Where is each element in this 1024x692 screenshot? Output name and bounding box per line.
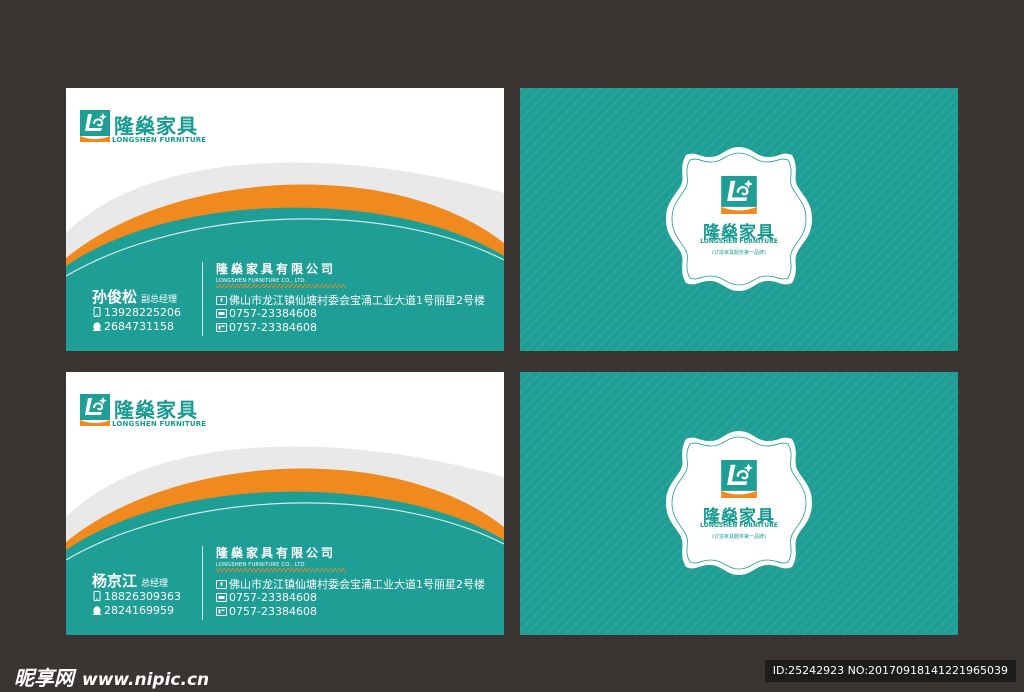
badge-brand-en: LONGSHEN FURNITURE: [700, 238, 778, 245]
qq-penguin-icon: [92, 606, 102, 615]
location-icon: [216, 580, 227, 589]
badge-slogan: (订造家具服务第一品牌): [712, 250, 766, 256]
company-name-cn: 隆燊家具有限公司: [216, 546, 337, 560]
business-card-front-2: 隆燊家具 LONGSHEN FURNITURE 杨京江 总经理 188263093…: [66, 372, 504, 635]
fax-icon: [216, 323, 227, 332]
person-title: 总经理: [141, 579, 169, 589]
business-card-back-2: 隆燊家具 LONGSHEN FURNITURE (订造家具服务第一品牌): [520, 372, 958, 635]
qq-line: 2684731158: [92, 320, 174, 333]
nipic-watermark: 昵享网 www.nipic.cn: [14, 662, 209, 691]
phone-icon: [93, 307, 101, 317]
longshen-logo-icon: [721, 176, 757, 214]
longshen-logo-icon: [721, 460, 757, 498]
tel-line: 0757-23384608: [216, 591, 317, 604]
person-name: 孙俊松: [92, 288, 138, 306]
fax-number: 0757-23384608: [229, 321, 317, 334]
mobile-number: 13928225206: [104, 306, 181, 319]
company-block: 隆燊家具有限公司 LONGSHEN FURNITURE CO., LTD.: [216, 260, 336, 284]
tel-number: 0757-23384608: [229, 307, 317, 320]
location-icon: [216, 296, 227, 305]
company-block: 隆燊家具有限公司 LONGSHEN FURNITURE CO., LTD.: [216, 544, 336, 568]
mobile-line: 13928225206: [92, 306, 181, 319]
fax-line: 0757-23384608: [216, 605, 317, 618]
person-name: 杨京江: [92, 572, 138, 590]
company-name-cn: 隆燊家具有限公司: [216, 262, 337, 276]
mobile-number: 18826309363: [104, 590, 181, 603]
address-line: 佛山市龙江镇仙塘村委会宝涌工业大道1号丽星2号楼: [216, 576, 485, 592]
longshen-logo-icon: [80, 394, 110, 426]
qq-number: 2824169959: [104, 604, 174, 617]
address-text: 佛山市龙江镇仙塘村委会宝涌工业大道1号丽星2号楼: [229, 578, 485, 591]
fax-line: 0757-23384608: [216, 321, 317, 334]
hatch-decoration: [216, 568, 346, 572]
divider: [202, 546, 203, 620]
badge-brand-en: LONGSHEN FURNITURE: [700, 522, 778, 529]
brand-name-cn: 隆燊家具: [114, 398, 198, 422]
person-title: 副总经理: [141, 295, 178, 305]
person-block: 杨京江 总经理: [92, 570, 168, 591]
hatch-decoration: [216, 284, 346, 288]
fax-number: 0757-23384608: [229, 605, 317, 618]
divider: [202, 262, 203, 336]
business-card-back-1: 隆燊家具 LONGSHEN FURNITURE (订造家具服务第一品牌): [520, 88, 958, 351]
telephone-icon: [216, 309, 227, 318]
image-id-label: ID:25242923 NO:20170918141221965039: [764, 660, 1016, 682]
brand-name-cn: 隆燊家具: [114, 114, 198, 138]
phone-icon: [93, 591, 101, 601]
person-block: 孙俊松 副总经理: [92, 286, 177, 307]
brand-name-en: LONGSHEN FURNITURE: [112, 420, 207, 428]
telephone-icon: [216, 593, 227, 602]
qq-penguin-icon: [92, 322, 102, 331]
qq-line: 2824169959: [92, 604, 174, 617]
badge-slogan: (订造家具服务第一品牌): [712, 534, 766, 540]
address-text: 佛山市龙江镇仙塘村委会宝涌工业大道1号丽星2号楼: [229, 294, 485, 307]
business-card-front-1: 隆燊家具 LONGSHEN FURNITURE 孙俊松 副总经理 13928225…: [66, 88, 504, 351]
fax-icon: [216, 607, 227, 616]
mobile-line: 18826309363: [92, 590, 181, 603]
watermark-site-name: 昵享网: [14, 666, 74, 690]
qq-number: 2684731158: [104, 320, 174, 333]
tel-line: 0757-23384608: [216, 307, 317, 320]
watermark-url: www.nipic.cn: [82, 670, 210, 690]
brand-name-en: LONGSHEN FURNITURE: [112, 136, 207, 144]
tel-number: 0757-23384608: [229, 591, 317, 604]
address-line: 佛山市龙江镇仙塘村委会宝涌工业大道1号丽星2号楼: [216, 292, 485, 308]
longshen-logo-icon: [80, 110, 110, 142]
